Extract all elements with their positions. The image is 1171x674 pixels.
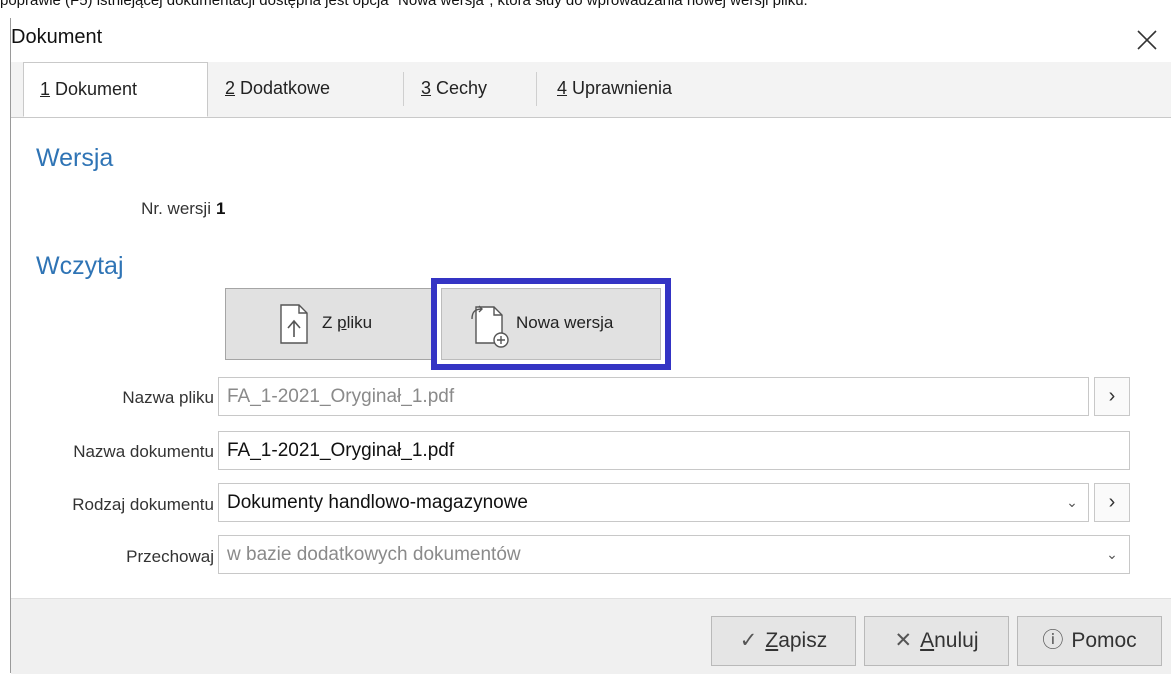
section-wersja-heading: Wersja — [36, 144, 114, 172]
nazwa-pliku-field[interactable]: FA_1-2021_Oryginał_1.pdf — [218, 377, 1089, 416]
anuluj-label: nuluj — [934, 629, 979, 652]
z-pliku-accel: p — [337, 313, 347, 332]
check-icon: ✓ — [739, 629, 758, 652]
section-wczytaj-heading: Wczytaj — [36, 252, 124, 280]
caption-text: poprawie (F5) istniejącej dokumentacji d… — [0, 0, 808, 9]
tab-uprawnienia-key: 4 — [557, 78, 568, 98]
tab-uprawnienia[interactable]: 4 Uprawnienia — [557, 62, 672, 117]
przechowaj-select[interactable]: w bazie dodatkowych dokumentów — [218, 535, 1130, 574]
tab-dodatkowe-label: Dodatkowe — [235, 78, 331, 98]
title-bar: Dokument — [11, 18, 1171, 62]
tab-cechy[interactable]: 3 Cechy — [421, 62, 487, 117]
rodzaj-dokumentu-label: Rodzaj dokumentu — [72, 495, 214, 514]
chevron-right-icon: › — [1108, 385, 1116, 407]
tab-cechy-label: Cechy — [431, 78, 488, 98]
pomoc-label: Pomoc — [1071, 629, 1137, 652]
tab-dokument[interactable]: 1 Dokument — [23, 62, 208, 117]
anuluj-accel: A — [920, 629, 935, 652]
tab-uprawnienia-label: Uprawnienia — [567, 78, 673, 98]
zapisz-label: apisz — [778, 629, 828, 652]
document-dialog: Dokument 1 Dokument 2 Dodatkowe 3 Cechy … — [10, 18, 1171, 674]
tab-divider — [403, 72, 404, 106]
tab-divider — [536, 72, 537, 106]
file-upload-icon — [278, 303, 310, 350]
close-icon: ✕ — [894, 629, 913, 652]
nazwa-dokumentu-label: Nazwa dokumentu — [73, 442, 214, 461]
chevron-right-icon: › — [1108, 491, 1116, 513]
dialog-footer: ✓ Zapisz ✕ Anuluj ⓘ Pomoc — [11, 598, 1171, 674]
z-pliku-label-pre: Z — [322, 313, 338, 332]
tab-dodatkowe-key: 2 — [225, 78, 236, 98]
tab-dokument-label: Dokument — [50, 79, 138, 99]
nazwa-pliku-expand-button[interactable]: › — [1094, 377, 1130, 416]
anuluj-button[interactable]: ✕ Anuluj — [864, 616, 1009, 666]
pomoc-button[interactable]: ⓘ Pomoc — [1017, 616, 1162, 666]
highlight-frame — [431, 278, 671, 370]
tab-dodatkowe[interactable]: 2 Dodatkowe — [225, 62, 330, 117]
nr-wersji-label: Nr. wersji — [141, 199, 211, 218]
close-icon[interactable] — [1129, 20, 1165, 60]
zapisz-accel: Z — [765, 629, 779, 652]
tab-dokument-key: 1 — [40, 79, 51, 99]
nazwa-pliku-label: Nazwa pliku — [122, 388, 214, 407]
nr-wersji-value: 1 — [216, 199, 226, 218]
dialog-title: Dokument — [11, 26, 103, 48]
rodzaj-dokumentu-select[interactable]: Dokumenty handlowo-magazynowe — [218, 483, 1089, 522]
zapisz-button[interactable]: ✓ Zapisz — [711, 616, 856, 666]
help-icon: ⓘ — [1042, 629, 1064, 652]
z-pliku-label-post: liku — [346, 313, 373, 332]
nazwa-dokumentu-input[interactable]: FA_1-2021_Oryginał_1.pdf — [218, 431, 1130, 470]
przechowaj-label: Przechowaj — [126, 547, 214, 566]
chevron-down-icon[interactable]: ⌄ — [1060, 484, 1084, 521]
rodzaj-dokumentu-expand-button[interactable]: › — [1094, 483, 1130, 522]
chevron-down-icon[interactable]: ⌄ — [1100, 536, 1124, 573]
tab-strip: 1 Dokument 2 Dodatkowe 3 Cechy 4 Uprawni… — [11, 62, 1171, 118]
tab-cechy-key: 3 — [421, 78, 432, 98]
z-pliku-button[interactable]: Z pliku — [225, 288, 433, 360]
